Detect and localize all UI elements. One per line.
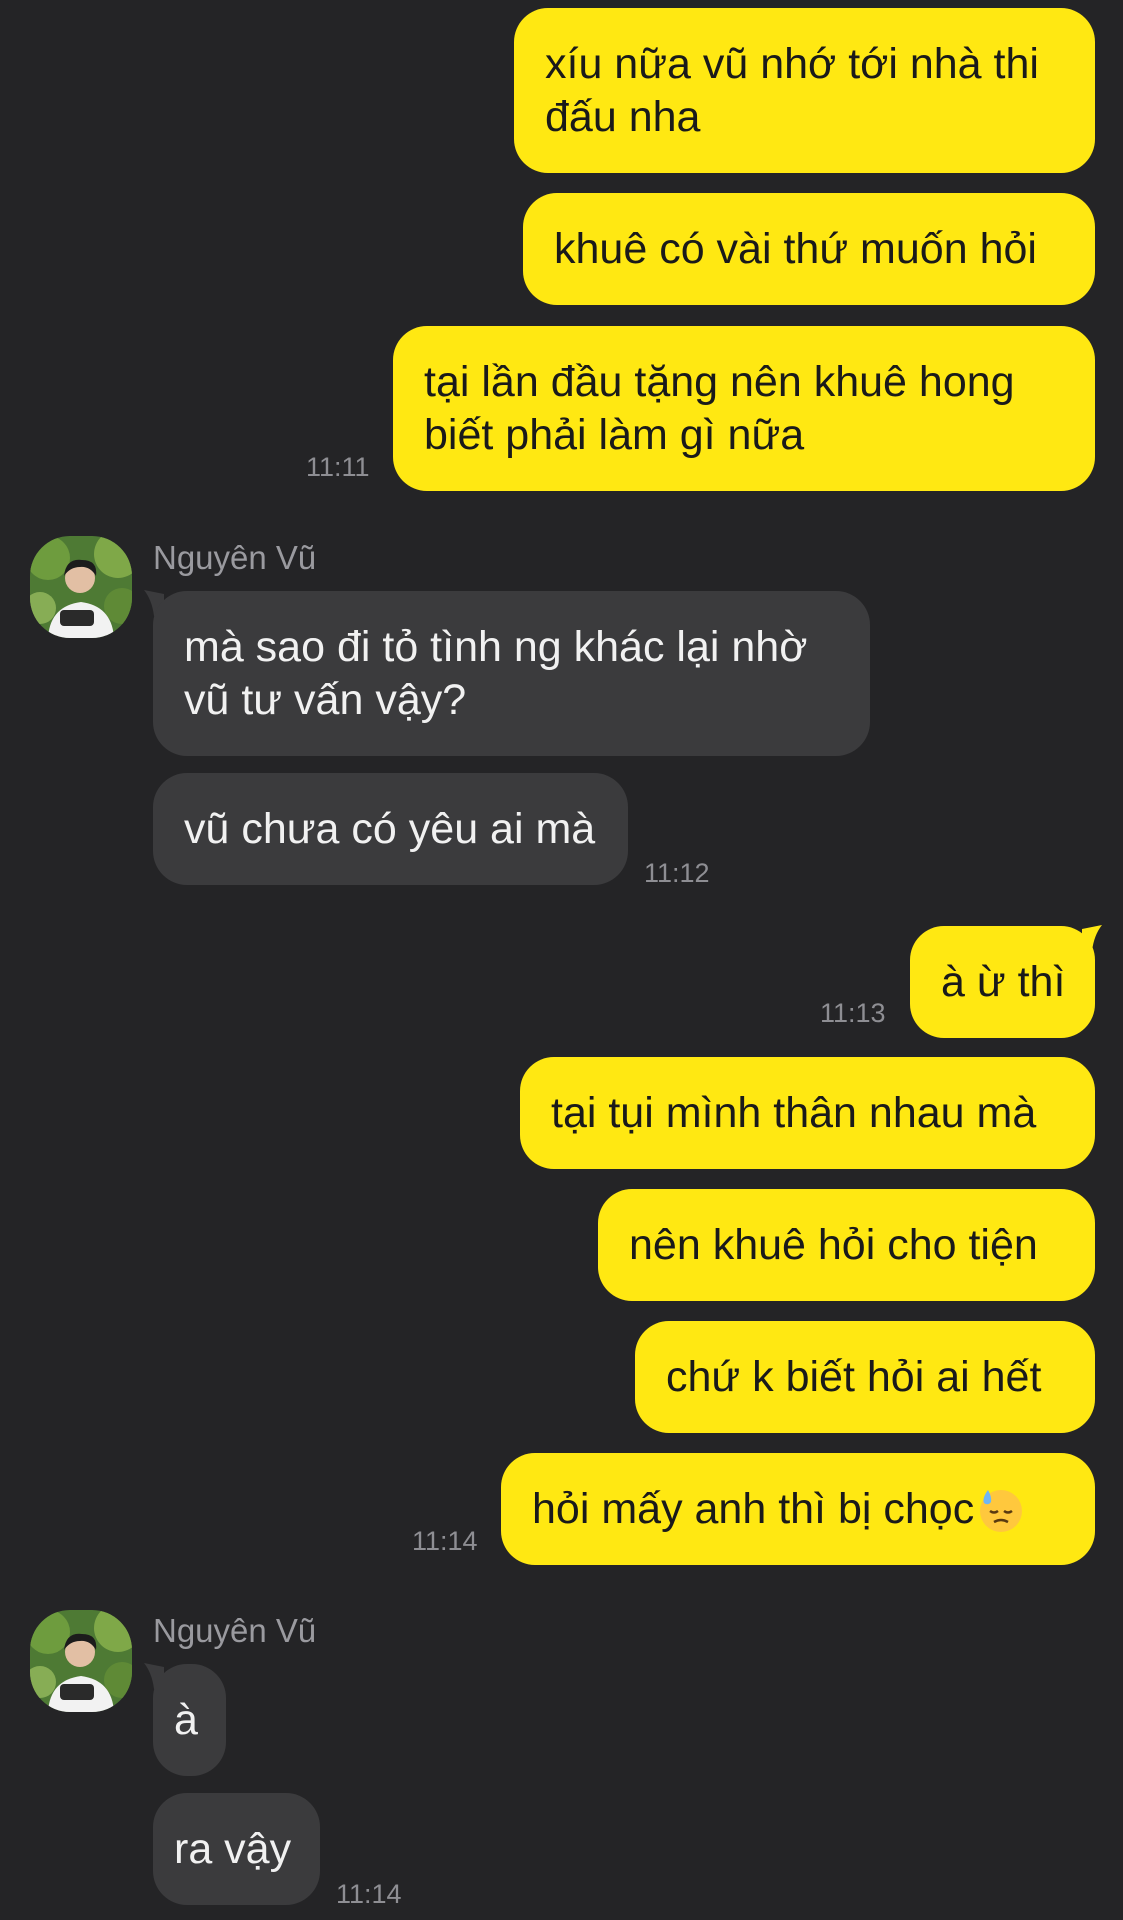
- message-text: à: [174, 1695, 198, 1744]
- contact-avatar[interactable]: [30, 1610, 132, 1712]
- sweat-downcast-face-emoji: [980, 1490, 1023, 1532]
- message-bubble-outgoing[interactable]: chứ k biết hỏi ai hết: [635, 1321, 1095, 1433]
- sender-name: Nguyên Vũ: [153, 1612, 317, 1649]
- message-text: hỏi mấy anh thì bị chọc: [532, 1484, 975, 1533]
- message-text: nên khuê hỏi cho tiện: [629, 1220, 1038, 1269]
- person-avatar-icon: [30, 1610, 132, 1712]
- message-bubble-outgoing[interactable]: à ừ thì: [910, 926, 1095, 1038]
- message-timestamp: 11:12: [644, 858, 710, 888]
- message-bubble-incoming[interactable]: à: [153, 1664, 226, 1776]
- message-timestamp: 11:11: [306, 452, 370, 482]
- message-text: xíu nữa vũ nhớ tới nhà thi đấu nha: [545, 39, 1039, 141]
- message-bubble-outgoing[interactable]: nên khuê hỏi cho tiện: [598, 1189, 1095, 1301]
- message-bubble-outgoing[interactable]: xíu nữa vũ nhớ tới nhà thi đấu nha: [514, 8, 1095, 173]
- message-text: khuê có vài thứ muốn hỏi: [554, 224, 1037, 273]
- message-bubble-incoming[interactable]: mà sao đi tỏ tình ng khác lại nhờ vũ tư …: [153, 591, 870, 756]
- message-timestamp: 11:14: [412, 1526, 478, 1556]
- message-text: vũ chưa có yêu ai mà: [184, 804, 596, 853]
- message-text: mà sao đi tỏ tình ng khác lại nhờ vũ tư …: [184, 622, 808, 724]
- message-bubble-outgoing[interactable]: tại tụi mình thân nhau mà: [520, 1057, 1095, 1169]
- message-bubble-incoming[interactable]: ra vậy: [153, 1793, 320, 1905]
- message-text: ra vậy: [174, 1824, 292, 1873]
- message-text: chứ k biết hỏi ai hết: [666, 1352, 1042, 1401]
- message-bubble-outgoing[interactable]: khuê có vài thứ muốn hỏi: [523, 193, 1095, 305]
- message-bubble-incoming[interactable]: vũ chưa có yêu ai mà: [153, 773, 628, 885]
- message-text: à ừ thì: [941, 957, 1066, 1006]
- message-bubble-outgoing[interactable]: tại lần đầu tặng nên khuê hong biết phải…: [393, 326, 1095, 491]
- sender-name: Nguyên Vũ: [153, 539, 317, 576]
- message-text: tại lần đầu tặng nên khuê hong biết phải…: [424, 357, 1015, 459]
- contact-avatar[interactable]: [30, 536, 132, 638]
- message-bubble-outgoing[interactable]: hỏi mấy anh thì bị chọc: [501, 1453, 1095, 1565]
- message-timestamp: 11:13: [820, 998, 886, 1028]
- person-avatar-icon: [30, 536, 132, 638]
- message-text: tại tụi mình thân nhau mà: [551, 1088, 1037, 1137]
- message-timestamp: 11:14: [336, 1879, 402, 1909]
